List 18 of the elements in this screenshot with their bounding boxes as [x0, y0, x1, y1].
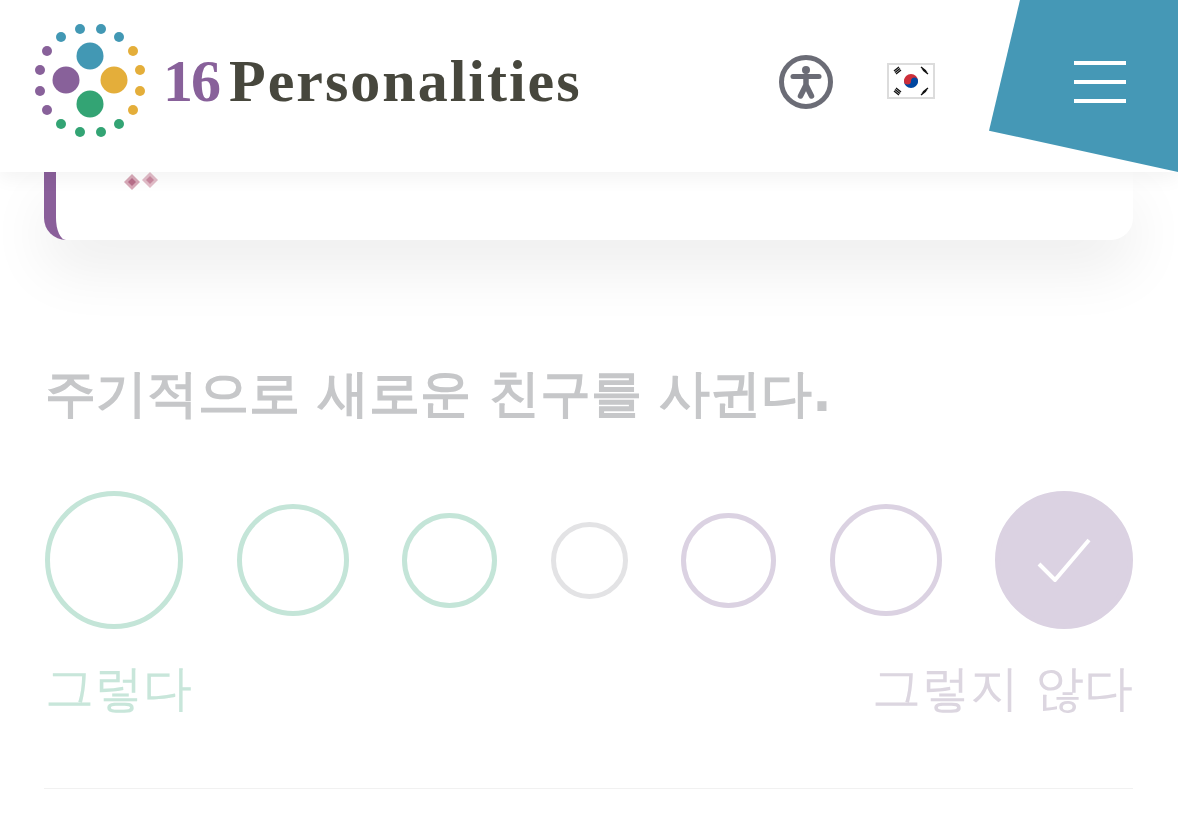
- accessibility-icon: [779, 55, 833, 109]
- check-icon: [1037, 538, 1091, 582]
- logo-link[interactable]: 16 Personalities: [35, 23, 582, 137]
- logo-wordmark: Personalities: [229, 47, 582, 115]
- flag-icon: [887, 63, 935, 99]
- accessibility-button[interactable]: [779, 55, 833, 109]
- dots-logo-icon: [35, 23, 145, 137]
- menu-icon: [1074, 61, 1126, 103]
- language-button[interactable]: [887, 63, 935, 99]
- logo-number: 16: [163, 47, 219, 115]
- question-text: 주기적으로 새로운 친구를 사귄다.: [45, 364, 833, 424]
- answer-option[interactable]: [402, 512, 497, 608]
- answer-option[interactable]: [681, 512, 776, 608]
- answer-option[interactable]: [829, 504, 942, 616]
- answer-option[interactable]: [45, 491, 183, 629]
- answer-option[interactable]: [236, 504, 349, 616]
- menu-button[interactable]: [989, 0, 1178, 172]
- answer-option[interactable]: [550, 521, 628, 599]
